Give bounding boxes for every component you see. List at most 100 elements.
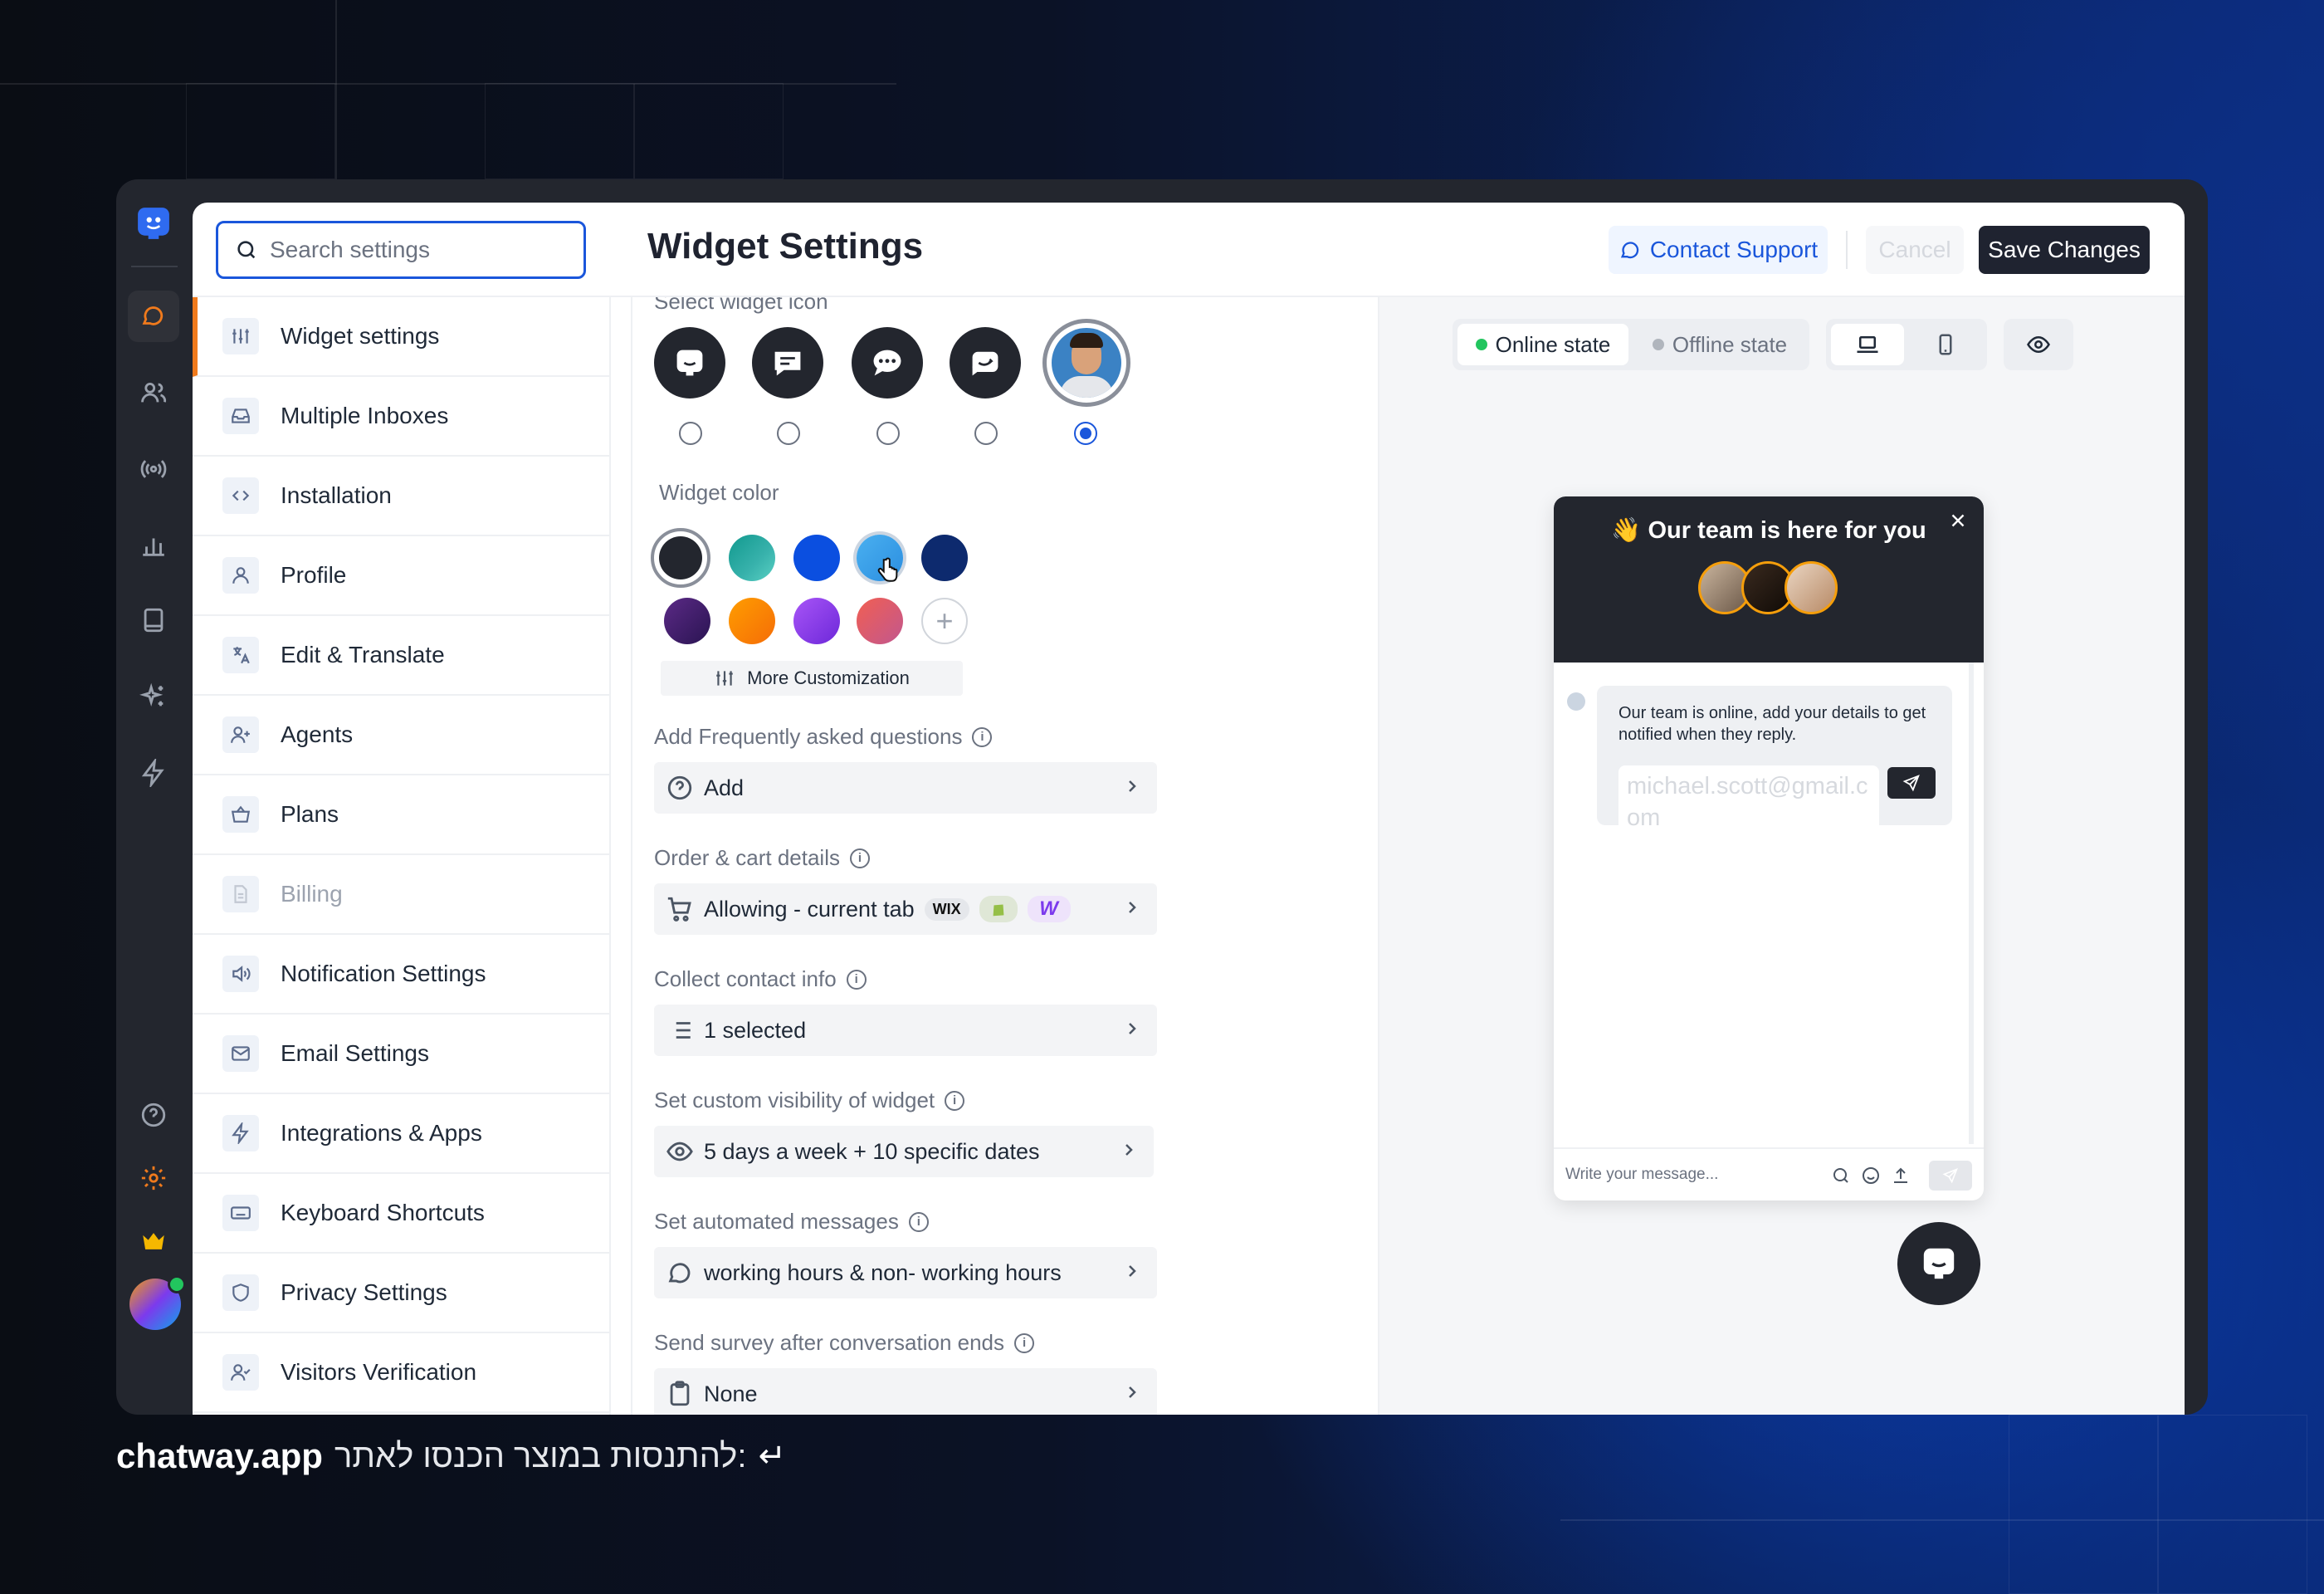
- sidebar-item-label: Billing: [281, 881, 343, 907]
- help-icon[interactable]: [128, 1089, 179, 1141]
- crown-icon[interactable]: [128, 1215, 179, 1267]
- contact-support-button[interactable]: Contact Support: [1609, 226, 1828, 274]
- widget-icon-option[interactable]: [950, 327, 1021, 398]
- faq-row[interactable]: Add: [654, 762, 1157, 814]
- email-send-button[interactable]: [1887, 767, 1936, 799]
- sidebar-item-edit-translate[interactable]: Edit & Translate: [193, 616, 609, 696]
- widget-icon-option[interactable]: [852, 327, 923, 398]
- broadcast-icon[interactable]: [128, 443, 179, 495]
- sidebar-item-visitors-verification[interactable]: Visitors Verification: [193, 1333, 609, 1413]
- contact-support-label: Contact Support: [1649, 237, 1819, 262]
- automated-row[interactable]: working hours & non- working hours: [654, 1247, 1157, 1298]
- chevron-right-icon: [1129, 780, 1136, 792]
- color-swatch-selected[interactable]: [651, 528, 710, 588]
- icon-radio[interactable]: [974, 422, 998, 445]
- save-changes-button[interactable]: Save Changes: [1979, 226, 2150, 274]
- agent-photo: [1052, 328, 1121, 398]
- sidebar-item-profile[interactable]: Profile: [193, 536, 609, 616]
- icon-radio-selected[interactable]: [1074, 422, 1097, 445]
- sidebar-item-privacy-settings[interactable]: Privacy Settings: [193, 1254, 609, 1333]
- bolt-icon[interactable]: [128, 747, 179, 799]
- analytics-icon[interactable]: [128, 520, 179, 571]
- widget-preview-panel: Online state Offline state 👋 Our team is…: [1379, 297, 2185, 1415]
- info-icon[interactable]: i: [908, 1211, 929, 1232]
- sidebar-item-email-settings[interactable]: Email Settings: [193, 1015, 609, 1094]
- sparkles-icon[interactable]: [128, 671, 179, 722]
- widget-launcher-button[interactable]: [1897, 1222, 1980, 1305]
- color-swatch[interactable]: [793, 535, 840, 581]
- footer-text: להתנסות במוצר הכנסו לאתר:: [334, 1437, 747, 1474]
- offline-state-tab[interactable]: Offline state: [1635, 324, 1804, 365]
- search-icon[interactable]: [1831, 1166, 1851, 1186]
- chat-icon[interactable]: [128, 291, 179, 342]
- footer-brand[interactable]: chatway.app: [116, 1436, 323, 1476]
- state-toggle: Online state Offline state: [1452, 319, 1809, 370]
- widget-icon-option[interactable]: [654, 327, 725, 398]
- sidebar-item-keyboard-shortcuts[interactable]: Keyboard Shortcuts: [193, 1174, 609, 1254]
- mobile-view-button[interactable]: [1909, 324, 1982, 365]
- survey-row[interactable]: None: [654, 1368, 1157, 1415]
- contact-info-row[interactable]: 1 selected: [654, 1005, 1157, 1056]
- color-swatch[interactable]: [729, 598, 775, 644]
- order-row[interactable]: Allowing - current tab WIX W: [654, 883, 1157, 935]
- send-button[interactable]: [1929, 1161, 1972, 1191]
- shopify-icon: [993, 904, 1004, 917]
- info-icon[interactable]: i: [972, 726, 993, 747]
- search-input[interactable]: [270, 237, 569, 263]
- info-icon[interactable]: i: [945, 1090, 965, 1111]
- close-icon[interactable]: [1947, 510, 1969, 531]
- widget-icon-option[interactable]: [752, 327, 823, 398]
- sidebar-item-billing[interactable]: Billing: [193, 855, 609, 935]
- emoji-icon[interactable]: [1861, 1166, 1881, 1186]
- laptop-icon: [1857, 336, 1878, 353]
- visibility-row[interactable]: 5 days a week + 10 specific dates: [654, 1126, 1154, 1177]
- sidebar-item-agents[interactable]: Agents: [193, 696, 609, 775]
- sidebar-item-label: Integrations & Apps: [281, 1120, 482, 1146]
- agent-photo-option[interactable]: [1042, 319, 1130, 407]
- info-icon[interactable]: i: [846, 969, 867, 990]
- search-box[interactable]: [216, 221, 586, 279]
- desktop-view-button[interactable]: [1831, 324, 1904, 365]
- inbox-icon: [222, 398, 259, 434]
- color-swatch[interactable]: [857, 598, 903, 644]
- sidebar-item-widget-settings[interactable]: Widget settings: [193, 297, 609, 377]
- color-swatch[interactable]: [921, 535, 968, 581]
- sidebar-item-integrations-apps[interactable]: Integrations & Apps: [193, 1094, 609, 1174]
- online-state-tab[interactable]: Online state: [1457, 324, 1628, 365]
- sidebar-item-label: Widget settings: [281, 323, 440, 349]
- grid-line: [335, 0, 337, 179]
- info-icon[interactable]: i: [1014, 1332, 1035, 1353]
- contact-label-text: Collect contact info: [654, 966, 837, 991]
- chatway-logo-icon[interactable]: [128, 198, 179, 249]
- info-icon[interactable]: i: [849, 848, 870, 868]
- scrollbar[interactable]: [1969, 663, 1974, 1144]
- preview-eye-button[interactable]: [2004, 319, 2073, 370]
- book-icon[interactable]: [128, 594, 179, 646]
- sidebar-item-multiple-inboxes[interactable]: Multiple Inboxes: [193, 377, 609, 457]
- icon-radio[interactable]: [679, 422, 702, 445]
- sidebar-item-plans[interactable]: Plans: [193, 775, 609, 855]
- more-customization-button[interactable]: More Customization: [661, 661, 963, 696]
- cancel-button[interactable]: Cancel: [1866, 226, 1964, 274]
- basket-icon: [222, 796, 259, 833]
- chat-bubble-icon: [668, 1263, 691, 1284]
- gear-icon[interactable]: [128, 1152, 179, 1204]
- upload-icon[interactable]: [1891, 1166, 1911, 1186]
- sidebar-item-label: Visitors Verification: [281, 1359, 477, 1385]
- color-swatch[interactable]: [664, 598, 710, 644]
- users-icon[interactable]: [128, 367, 179, 418]
- icon-radio[interactable]: [876, 422, 900, 445]
- email-input[interactable]: michael.scott@gmail.com: [1618, 765, 1879, 839]
- sidebar-item-notification-settings[interactable]: Notification Settings: [193, 935, 609, 1015]
- sidebar-item-installation[interactable]: Installation: [193, 457, 609, 536]
- icon-radio[interactable]: [777, 422, 800, 445]
- shield-icon: [222, 1274, 259, 1311]
- eye-icon: [2027, 335, 2050, 354]
- add-color-button[interactable]: +: [921, 598, 968, 644]
- message-input[interactable]: Write your message...: [1565, 1166, 1718, 1184]
- clipboard-icon: [670, 1381, 690, 1406]
- color-swatch[interactable]: [793, 598, 840, 644]
- color-swatch[interactable]: [729, 535, 775, 581]
- widget-color-label: Widget color: [659, 480, 779, 505]
- keyboard-icon: [222, 1195, 259, 1231]
